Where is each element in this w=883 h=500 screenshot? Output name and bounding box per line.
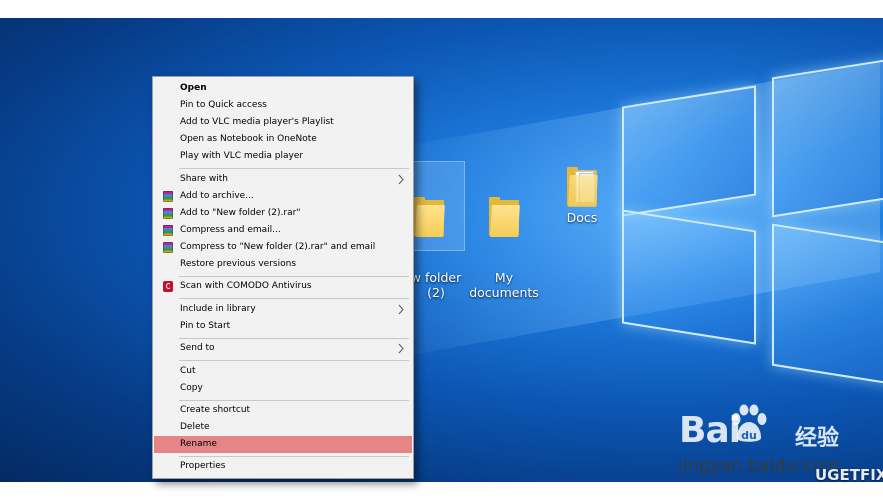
windows-logo-pane <box>622 85 756 217</box>
winrar-icon <box>163 191 173 202</box>
chevron-right-icon <box>398 343 404 354</box>
menu-item-pin-quick-access[interactable]: Pin to Quick access <box>154 97 412 114</box>
menu-separator <box>179 400 409 401</box>
menu-item-label: Open <box>180 83 207 93</box>
windows-logo-pane <box>772 54 883 218</box>
menu-item-delete[interactable]: Delete <box>154 419 412 436</box>
winrar-icon <box>163 242 173 253</box>
desktop-icon-label: My documents <box>469 270 539 300</box>
chevron-right-icon <box>398 174 404 185</box>
menu-item-label: Add to VLC media player's Playlist <box>180 117 334 127</box>
menu-item-play-vlc[interactable]: Play with VLC media player <box>154 148 412 165</box>
desktop-icon-label: Docs <box>566 210 598 225</box>
windows-logo-pane <box>622 209 756 345</box>
menu-separator <box>179 168 409 169</box>
menu-separator <box>179 456 409 457</box>
menu-item-create-shortcut[interactable]: Create shortcut <box>154 402 412 419</box>
menu-item-send-to[interactable]: Send to <box>154 340 412 357</box>
desktop-icon-my-documents[interactable]: My documents <box>469 162 539 300</box>
menu-item-label: Cut <box>180 366 196 376</box>
folder-with-documents-icon <box>567 167 598 207</box>
menu-item-open[interactable]: Open <box>154 80 412 97</box>
menu-item-label: Share with <box>180 174 228 184</box>
comodo-icon <box>163 281 173 292</box>
baidu-watermark-suffix: 经验 <box>795 426 840 451</box>
menu-item-label: Play with VLC media player <box>180 151 304 161</box>
menu-item-label: Open as Notebook in OneNote <box>180 134 317 144</box>
menu-item-label: Compress to "New folder (2).rar" and ema… <box>180 242 376 252</box>
menu-item-label: Include in library <box>180 304 256 314</box>
menu-item-comodo-scan[interactable]: Scan with COMODO Antivirus <box>154 278 412 295</box>
menu-item-share-with[interactable]: Share with <box>154 171 412 188</box>
menu-item-label: Create shortcut <box>180 405 251 415</box>
menu-item-cut[interactable]: Cut <box>154 363 412 380</box>
menu-item-label: Add to "New folder (2).rar" <box>180 208 301 218</box>
desktop-icon-docs[interactable]: Docs <box>547 162 617 232</box>
menu-item-copy[interactable]: Copy <box>154 380 412 397</box>
folder-icon <box>414 197 445 237</box>
baidu-paw-icon: du <box>731 404 767 442</box>
menu-item-rename[interactable]: Rename <box>154 436 412 453</box>
menu-item-label: Pin to Start <box>180 321 231 331</box>
menu-item-compress-email[interactable]: Compress and email... <box>154 222 412 239</box>
menu-separator <box>179 360 409 361</box>
menu-separator <box>179 338 409 339</box>
menu-item-onenote[interactable]: Open as Notebook in OneNote <box>154 131 412 148</box>
windows-logo-pane <box>772 223 883 389</box>
menu-item-label: Compress and email... <box>180 225 281 235</box>
winrar-icon <box>163 225 173 236</box>
menu-item-label: Rename <box>180 439 217 449</box>
menu-item-label: Properties <box>180 461 226 471</box>
menu-item-label: Scan with COMODO Antivirus <box>180 281 312 291</box>
winrar-icon <box>163 208 173 219</box>
chevron-right-icon <box>398 304 404 315</box>
menu-item-label: Copy <box>180 383 203 393</box>
menu-item-label: Pin to Quick access <box>180 100 267 110</box>
menu-item-properties[interactable]: Properties <box>154 458 412 475</box>
context-menu: Open Pin to Quick access Add to VLC medi… <box>152 76 414 479</box>
menu-item-label: Add to archive... <box>180 191 254 201</box>
ugetfix-watermark: UGETFIX <box>815 466 883 484</box>
menu-item-label: Send to <box>180 343 215 353</box>
menu-separator <box>179 276 409 277</box>
folder-icon <box>489 197 520 237</box>
menu-item-add-to-archive[interactable]: Add to archive... <box>154 188 412 205</box>
menu-item-label: Delete <box>180 422 210 432</box>
menu-item-restore-versions[interactable]: Restore previous versions <box>154 256 412 273</box>
menu-item-label: Restore previous versions <box>180 259 297 269</box>
menu-item-vlc-playlist[interactable]: Add to VLC media player's Playlist <box>154 114 412 131</box>
menu-item-pin-start[interactable]: Pin to Start <box>154 318 412 335</box>
menu-item-add-to-rar[interactable]: Add to "New folder (2).rar" <box>154 205 412 222</box>
svg-text:du: du <box>741 429 757 442</box>
menu-separator <box>179 298 409 299</box>
menu-item-compress-rar-email[interactable]: Compress to "New folder (2).rar" and ema… <box>154 239 412 256</box>
menu-item-include-library[interactable]: Include in library <box>154 301 412 318</box>
